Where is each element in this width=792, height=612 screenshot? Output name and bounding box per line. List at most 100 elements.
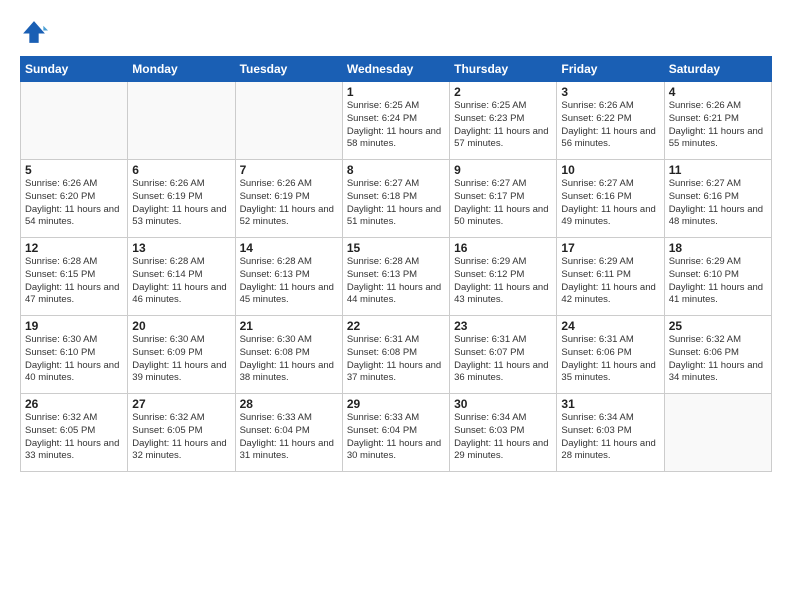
calendar-cell: 24Sunrise: 6:31 AM Sunset: 6:06 PM Dayli… xyxy=(557,316,664,394)
calendar-cell: 6Sunrise: 6:26 AM Sunset: 6:19 PM Daylig… xyxy=(128,160,235,238)
day-number: 9 xyxy=(454,163,552,177)
day-info: Sunrise: 6:27 AM Sunset: 6:16 PM Dayligh… xyxy=(561,178,659,229)
day-number: 25 xyxy=(669,319,767,333)
day-info: Sunrise: 6:34 AM Sunset: 6:03 PM Dayligh… xyxy=(454,412,552,463)
calendar-cell: 8Sunrise: 6:27 AM Sunset: 6:18 PM Daylig… xyxy=(342,160,449,238)
day-info: Sunrise: 6:30 AM Sunset: 6:10 PM Dayligh… xyxy=(25,334,123,385)
day-number: 11 xyxy=(669,163,767,177)
day-info: Sunrise: 6:29 AM Sunset: 6:10 PM Dayligh… xyxy=(669,256,767,307)
day-number: 27 xyxy=(132,397,230,411)
weekday-header-saturday: Saturday xyxy=(664,57,771,82)
week-row-3: 12Sunrise: 6:28 AM Sunset: 6:15 PM Dayli… xyxy=(21,238,772,316)
day-number: 22 xyxy=(347,319,445,333)
day-info: Sunrise: 6:27 AM Sunset: 6:16 PM Dayligh… xyxy=(669,178,767,229)
day-number: 13 xyxy=(132,241,230,255)
day-info: Sunrise: 6:28 AM Sunset: 6:15 PM Dayligh… xyxy=(25,256,123,307)
calendar-cell: 18Sunrise: 6:29 AM Sunset: 6:10 PM Dayli… xyxy=(664,238,771,316)
day-info: Sunrise: 6:34 AM Sunset: 6:03 PM Dayligh… xyxy=(561,412,659,463)
calendar-cell: 17Sunrise: 6:29 AM Sunset: 6:11 PM Dayli… xyxy=(557,238,664,316)
day-number: 31 xyxy=(561,397,659,411)
day-info: Sunrise: 6:27 AM Sunset: 6:17 PM Dayligh… xyxy=(454,178,552,229)
day-info: Sunrise: 6:26 AM Sunset: 6:20 PM Dayligh… xyxy=(25,178,123,229)
calendar-cell: 1Sunrise: 6:25 AM Sunset: 6:24 PM Daylig… xyxy=(342,82,449,160)
day-info: Sunrise: 6:26 AM Sunset: 6:22 PM Dayligh… xyxy=(561,100,659,151)
day-info: Sunrise: 6:25 AM Sunset: 6:23 PM Dayligh… xyxy=(454,100,552,151)
day-info: Sunrise: 6:25 AM Sunset: 6:24 PM Dayligh… xyxy=(347,100,445,151)
calendar-cell: 20Sunrise: 6:30 AM Sunset: 6:09 PM Dayli… xyxy=(128,316,235,394)
day-number: 3 xyxy=(561,85,659,99)
calendar-cell xyxy=(21,82,128,160)
day-info: Sunrise: 6:33 AM Sunset: 6:04 PM Dayligh… xyxy=(347,412,445,463)
weekday-header-row: SundayMondayTuesdayWednesdayThursdayFrid… xyxy=(21,57,772,82)
day-info: Sunrise: 6:33 AM Sunset: 6:04 PM Dayligh… xyxy=(240,412,338,463)
calendar-cell: 25Sunrise: 6:32 AM Sunset: 6:06 PM Dayli… xyxy=(664,316,771,394)
calendar-cell: 28Sunrise: 6:33 AM Sunset: 6:04 PM Dayli… xyxy=(235,394,342,472)
day-number: 17 xyxy=(561,241,659,255)
weekday-header-friday: Friday xyxy=(557,57,664,82)
day-number: 19 xyxy=(25,319,123,333)
week-row-4: 19Sunrise: 6:30 AM Sunset: 6:10 PM Dayli… xyxy=(21,316,772,394)
day-number: 12 xyxy=(25,241,123,255)
day-info: Sunrise: 6:30 AM Sunset: 6:08 PM Dayligh… xyxy=(240,334,338,385)
calendar-cell: 3Sunrise: 6:26 AM Sunset: 6:22 PM Daylig… xyxy=(557,82,664,160)
day-info: Sunrise: 6:28 AM Sunset: 6:14 PM Dayligh… xyxy=(132,256,230,307)
day-number: 18 xyxy=(669,241,767,255)
day-info: Sunrise: 6:29 AM Sunset: 6:12 PM Dayligh… xyxy=(454,256,552,307)
day-info: Sunrise: 6:31 AM Sunset: 6:06 PM Dayligh… xyxy=(561,334,659,385)
weekday-header-wednesday: Wednesday xyxy=(342,57,449,82)
day-number: 10 xyxy=(561,163,659,177)
day-info: Sunrise: 6:27 AM Sunset: 6:18 PM Dayligh… xyxy=(347,178,445,229)
day-info: Sunrise: 6:28 AM Sunset: 6:13 PM Dayligh… xyxy=(347,256,445,307)
day-number: 21 xyxy=(240,319,338,333)
calendar-cell: 29Sunrise: 6:33 AM Sunset: 6:04 PM Dayli… xyxy=(342,394,449,472)
logo xyxy=(20,18,52,46)
day-info: Sunrise: 6:32 AM Sunset: 6:05 PM Dayligh… xyxy=(25,412,123,463)
day-number: 5 xyxy=(25,163,123,177)
day-info: Sunrise: 6:32 AM Sunset: 6:06 PM Dayligh… xyxy=(669,334,767,385)
day-number: 29 xyxy=(347,397,445,411)
calendar-cell xyxy=(664,394,771,472)
calendar-cell: 11Sunrise: 6:27 AM Sunset: 6:16 PM Dayli… xyxy=(664,160,771,238)
page: SundayMondayTuesdayWednesdayThursdayFrid… xyxy=(0,0,792,612)
day-info: Sunrise: 6:30 AM Sunset: 6:09 PM Dayligh… xyxy=(132,334,230,385)
calendar-cell: 22Sunrise: 6:31 AM Sunset: 6:08 PM Dayli… xyxy=(342,316,449,394)
day-info: Sunrise: 6:26 AM Sunset: 6:19 PM Dayligh… xyxy=(132,178,230,229)
calendar-cell: 12Sunrise: 6:28 AM Sunset: 6:15 PM Dayli… xyxy=(21,238,128,316)
calendar-cell: 30Sunrise: 6:34 AM Sunset: 6:03 PM Dayli… xyxy=(450,394,557,472)
day-info: Sunrise: 6:32 AM Sunset: 6:05 PM Dayligh… xyxy=(132,412,230,463)
calendar-cell: 19Sunrise: 6:30 AM Sunset: 6:10 PM Dayli… xyxy=(21,316,128,394)
day-number: 16 xyxy=(454,241,552,255)
day-info: Sunrise: 6:26 AM Sunset: 6:21 PM Dayligh… xyxy=(669,100,767,151)
weekday-header-sunday: Sunday xyxy=(21,57,128,82)
day-number: 28 xyxy=(240,397,338,411)
week-row-1: 1Sunrise: 6:25 AM Sunset: 6:24 PM Daylig… xyxy=(21,82,772,160)
day-number: 4 xyxy=(669,85,767,99)
calendar-cell: 27Sunrise: 6:32 AM Sunset: 6:05 PM Dayli… xyxy=(128,394,235,472)
day-number: 15 xyxy=(347,241,445,255)
calendar-cell: 23Sunrise: 6:31 AM Sunset: 6:07 PM Dayli… xyxy=(450,316,557,394)
day-number: 23 xyxy=(454,319,552,333)
day-number: 30 xyxy=(454,397,552,411)
day-info: Sunrise: 6:26 AM Sunset: 6:19 PM Dayligh… xyxy=(240,178,338,229)
calendar-cell xyxy=(235,82,342,160)
calendar-cell: 15Sunrise: 6:28 AM Sunset: 6:13 PM Dayli… xyxy=(342,238,449,316)
calendar-cell xyxy=(128,82,235,160)
weekday-header-tuesday: Tuesday xyxy=(235,57,342,82)
day-number: 20 xyxy=(132,319,230,333)
day-info: Sunrise: 6:28 AM Sunset: 6:13 PM Dayligh… xyxy=(240,256,338,307)
day-number: 1 xyxy=(347,85,445,99)
day-number: 7 xyxy=(240,163,338,177)
calendar-cell: 5Sunrise: 6:26 AM Sunset: 6:20 PM Daylig… xyxy=(21,160,128,238)
calendar-cell: 7Sunrise: 6:26 AM Sunset: 6:19 PM Daylig… xyxy=(235,160,342,238)
day-number: 2 xyxy=(454,85,552,99)
calendar-cell: 14Sunrise: 6:28 AM Sunset: 6:13 PM Dayli… xyxy=(235,238,342,316)
header xyxy=(20,18,772,46)
day-number: 26 xyxy=(25,397,123,411)
calendar-cell: 31Sunrise: 6:34 AM Sunset: 6:03 PM Dayli… xyxy=(557,394,664,472)
day-info: Sunrise: 6:31 AM Sunset: 6:08 PM Dayligh… xyxy=(347,334,445,385)
calendar-cell: 26Sunrise: 6:32 AM Sunset: 6:05 PM Dayli… xyxy=(21,394,128,472)
calendar-cell: 9Sunrise: 6:27 AM Sunset: 6:17 PM Daylig… xyxy=(450,160,557,238)
calendar-cell: 4Sunrise: 6:26 AM Sunset: 6:21 PM Daylig… xyxy=(664,82,771,160)
calendar-cell: 13Sunrise: 6:28 AM Sunset: 6:14 PM Dayli… xyxy=(128,238,235,316)
weekday-header-monday: Monday xyxy=(128,57,235,82)
